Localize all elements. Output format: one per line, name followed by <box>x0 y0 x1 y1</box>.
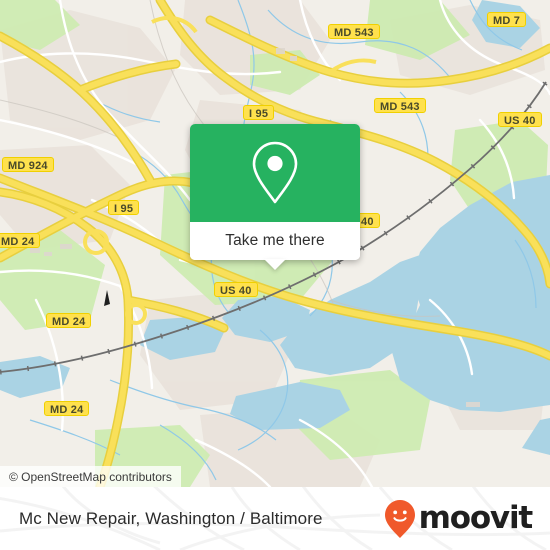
map-pin-icon <box>252 141 298 204</box>
footer-bar: Mc New Repair, Washington / Baltimore mo… <box>0 487 550 550</box>
road-shield: MD 24 <box>46 313 92 328</box>
attribution-text: © OpenStreetMap contributors <box>9 469 172 484</box>
moovit-wordmark: moovit <box>418 500 534 536</box>
road-shield: MD 7 <box>487 12 527 27</box>
callout-body: Take me there <box>190 124 360 260</box>
road-shield: MD 543 <box>328 24 380 39</box>
moovit-brand[interactable]: moovit <box>383 499 534 539</box>
road-shield: I 95 <box>108 200 140 215</box>
location-callout-card[interactable]: Take me there <box>190 124 360 270</box>
moovit-pin-smiley-icon <box>384 499 415 538</box>
page-title: Mc New Repair, Washington / Baltimore <box>19 508 323 528</box>
callout-action-bar[interactable]: Take me there <box>190 222 360 260</box>
road-shield: US 40 <box>498 112 542 127</box>
map-canvas[interactable]: MD 543 MD 7 MD 543 US 40 I 95 MD 924 I 9… <box>0 0 550 487</box>
road-shield: MD 924 <box>2 157 54 172</box>
road-shield: MD 24 <box>44 401 90 416</box>
callout-pointer-tail <box>264 259 286 270</box>
road-shield: MD 24 <box>0 233 41 248</box>
callout-header <box>190 124 360 222</box>
road-shield: I 95 <box>243 105 275 120</box>
road-shield: US 40 <box>214 282 258 297</box>
take-me-there-label: Take me there <box>225 232 325 249</box>
map-attribution: © OpenStreetMap contributors <box>0 466 181 487</box>
road-shield: MD 543 <box>374 98 426 113</box>
screenshot-root: MD 543 MD 7 MD 543 US 40 I 95 MD 924 I 9… <box>0 0 550 550</box>
